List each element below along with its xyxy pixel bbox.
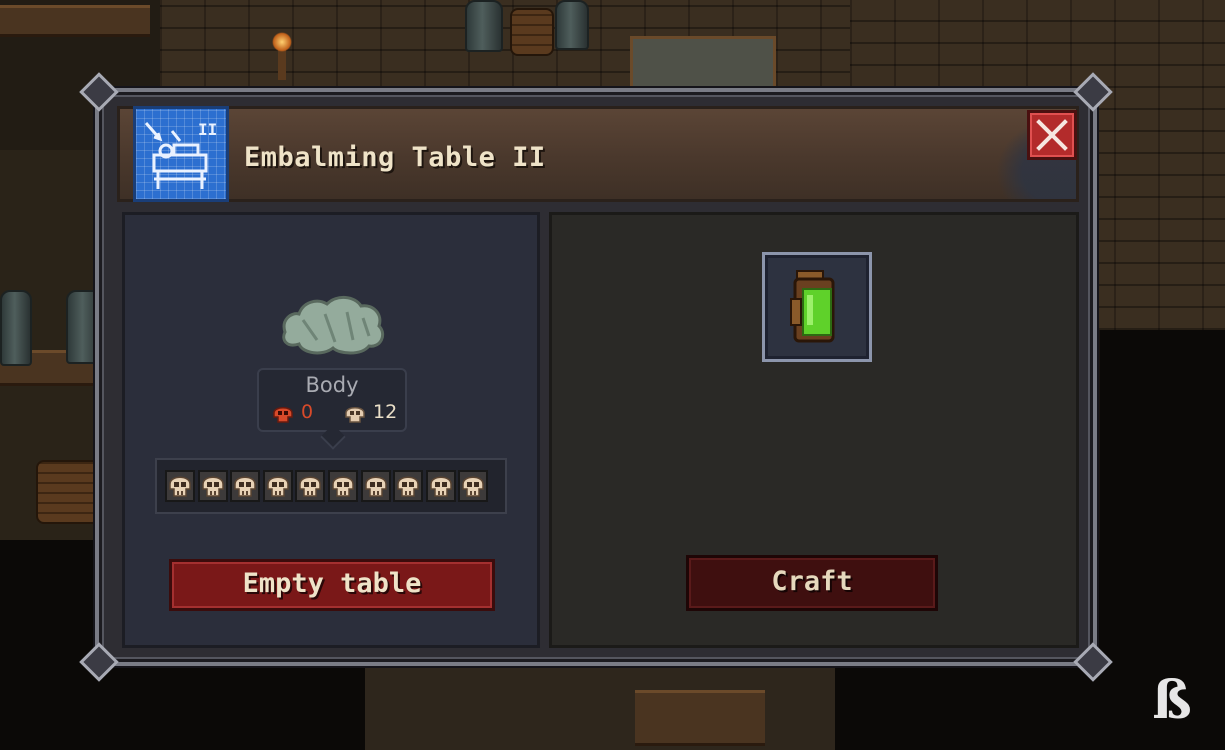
bone-skull-icon [201,476,224,497]
empty-table-button[interactable]: Empty table [169,559,495,611]
body-label: Body [305,373,359,397]
bone-skull-icon [397,476,419,497]
background-jar [0,290,32,366]
skull-quality-bar [155,458,507,514]
bone-skull-icon [462,476,485,497]
bone-skull-icon [364,476,387,497]
skull-slot [165,470,195,502]
skull-slot [328,470,358,502]
close-button[interactable] [1027,110,1077,160]
background-jar [555,0,589,50]
craft-item-slot[interactable] [762,252,872,362]
close-x-icon [1036,119,1068,151]
background-table [635,690,765,746]
bone-skull-icon [332,476,354,497]
svg-text:II: II [198,120,217,139]
bone-skull-icon [430,476,452,497]
skull-slot [197,470,228,502]
skull-slot [360,470,391,502]
blueprint-embalming-table-icon: II [133,106,229,202]
skull-slot [458,470,489,502]
background-torch [272,32,292,80]
background-barrel [36,460,100,524]
skull-slot [425,470,456,502]
background-jar [465,0,503,52]
craft-button[interactable]: Craft [686,555,938,611]
bone-skull-count: 12 [373,401,398,423]
background-shelf [0,5,150,37]
watermark-logo-icon: ß [1152,670,1192,731]
bone-skull-icon [345,407,365,423]
green-jar-icon [790,270,835,343]
skull-slot [230,470,261,502]
crafting-dialog: II Embalming Table II Body 0 12 Empty ta… [79,72,1113,682]
body-tooltip: Body 0 12 [257,368,407,432]
skull-slot [262,470,293,502]
background-barrel [510,8,554,56]
bone-skull-icon [299,476,322,497]
skull-slot [393,470,424,502]
wrapped-body-icon [277,290,389,364]
red-skull-icon [273,407,293,423]
bone-skull-icon [267,476,289,497]
skull-slot [295,470,326,502]
bone-skull-icon [234,476,256,497]
red-skull-count: 0 [301,401,314,423]
dialog-title: Embalming Table II [244,142,546,173]
bone-skull-icon [169,476,191,497]
